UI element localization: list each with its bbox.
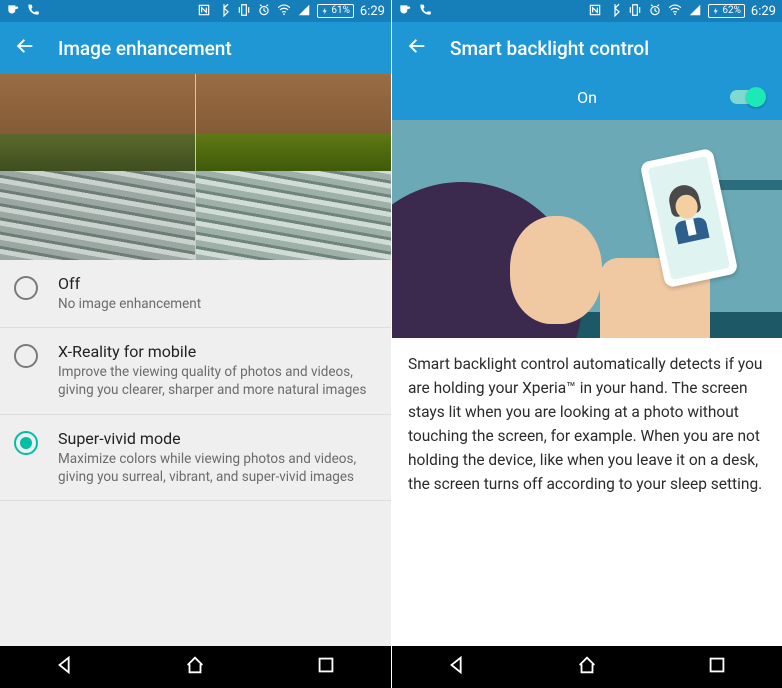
radio-icon (14, 344, 38, 368)
wifi-icon (277, 3, 291, 20)
page-title: Smart backlight control (450, 37, 649, 60)
page-title: Image enhancement (58, 37, 232, 60)
battery-percent: 62% (722, 5, 741, 17)
clock: 6:29 (751, 4, 776, 19)
nav-recent-button[interactable] (315, 654, 337, 680)
option-title: X-Reality for mobile (58, 342, 373, 361)
toggle-switch[interactable] (730, 90, 764, 104)
bluetooth-icon (217, 3, 231, 20)
app-bar: Smart backlight control (392, 22, 782, 74)
alarm-icon (648, 3, 662, 20)
battery-indicator: 61% (317, 4, 354, 18)
bluetooth-icon (608, 3, 622, 20)
alarm-icon (257, 3, 271, 20)
app-bar: Image enhancement (0, 22, 391, 74)
option-desc: No image enhancement (58, 295, 201, 313)
back-button[interactable] (14, 35, 36, 61)
option-supervivid[interactable]: Super-vivid mode Maximize colors while v… (0, 415, 391, 501)
option-off[interactable]: Off No image enhancement (0, 260, 391, 328)
nav-home-button[interactable] (576, 654, 598, 680)
wifi-icon (668, 3, 682, 20)
phone-icon (418, 3, 432, 20)
battery-indicator: 62% (708, 4, 745, 18)
cup-icon (6, 3, 20, 20)
option-xreality[interactable]: X-Reality for mobile Improve the viewing… (0, 328, 391, 414)
description-text: Smart backlight control automatically de… (392, 338, 782, 646)
nav-bar (0, 646, 391, 688)
clock: 6:29 (360, 4, 385, 19)
back-button[interactable] (406, 35, 428, 61)
signal-icon (688, 3, 702, 20)
phone-icon (26, 3, 40, 20)
option-desc: Improve the viewing quality of photos an… (58, 363, 373, 399)
cup-icon (398, 3, 412, 20)
option-list: Off No image enhancement X-Reality for m… (0, 260, 391, 646)
option-desc: Maximize colors while viewing photos and… (58, 450, 373, 486)
avatar-icon (666, 182, 709, 244)
nav-back-button[interactable] (54, 654, 76, 680)
phone-right: 62% 6:29 Smart backlight control On Smar… (391, 0, 782, 688)
option-title: Off (58, 274, 201, 293)
battery-percent: 61% (331, 5, 350, 17)
toggle-row[interactable]: On (392, 74, 782, 120)
illustration (392, 120, 782, 338)
nav-bar (392, 646, 782, 688)
nav-home-button[interactable] (184, 654, 206, 680)
signal-icon (297, 3, 311, 20)
nav-back-button[interactable] (446, 654, 468, 680)
nfc-icon (588, 3, 602, 20)
radio-icon (14, 276, 38, 300)
phone-left: 61% 6:29 Image enhancement Off No image … (0, 0, 391, 688)
vibrate-icon (237, 3, 251, 20)
option-title: Super-vivid mode (58, 429, 373, 448)
nfc-icon (197, 3, 211, 20)
status-bar: 61% 6:29 (0, 0, 391, 22)
toggle-label: On (577, 88, 597, 107)
preview-image (0, 74, 391, 260)
nav-recent-button[interactable] (706, 654, 728, 680)
status-bar: 62% 6:29 (392, 0, 782, 22)
radio-icon (14, 431, 38, 455)
vibrate-icon (628, 3, 642, 20)
